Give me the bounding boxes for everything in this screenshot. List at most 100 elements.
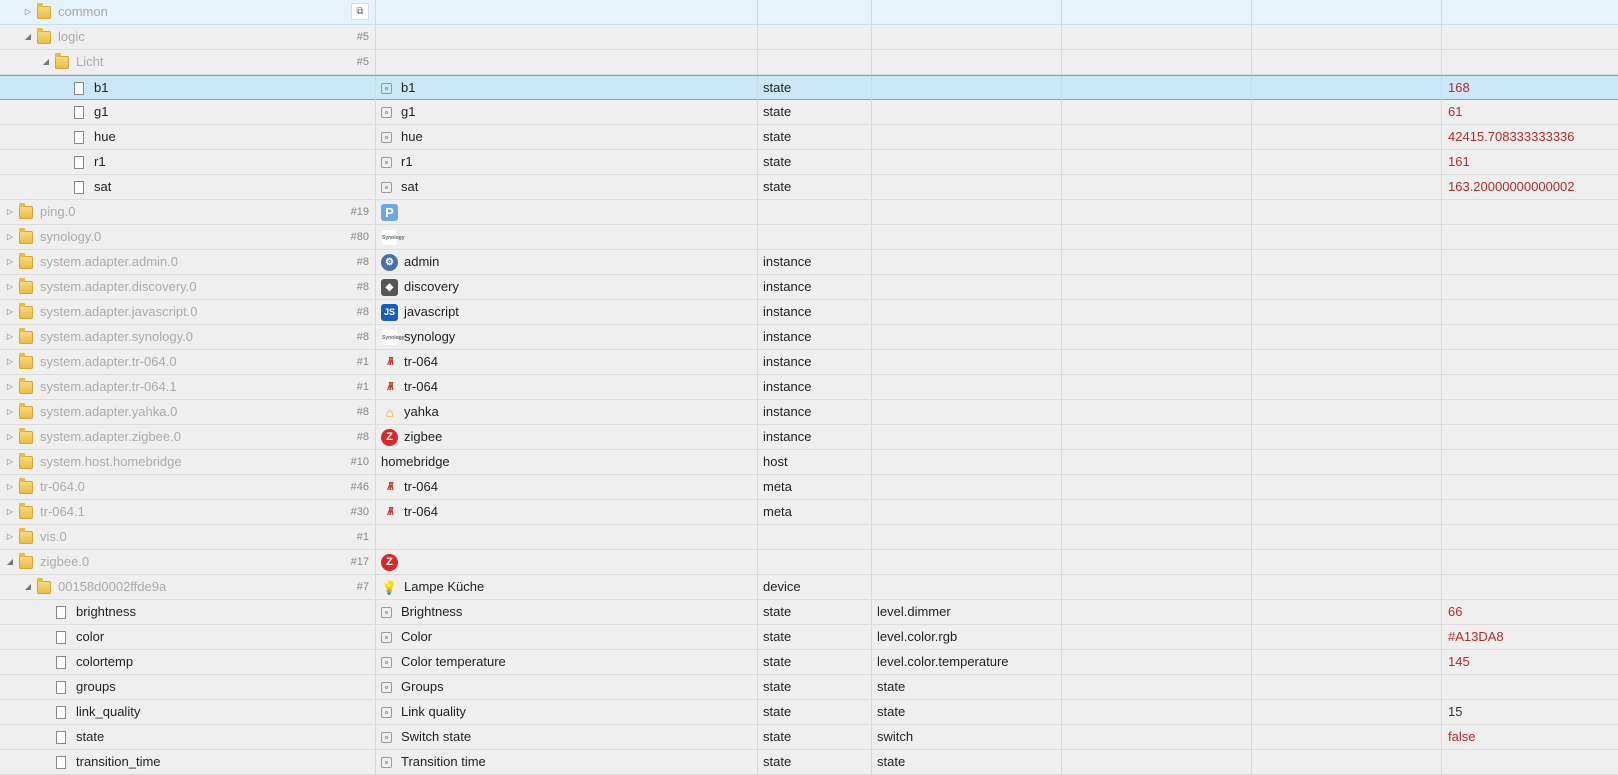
value-cell[interactable]: [1442, 575, 1618, 599]
role-cell: state: [872, 700, 1062, 724]
value-cell[interactable]: [1442, 525, 1618, 549]
tree-row-sa-yahka[interactable]: ▷ system.adapter.yahka.0 #8 ⌂ yahka instance: [0, 400, 1618, 425]
room-cell: [1062, 175, 1252, 199]
value-cell[interactable]: [1442, 550, 1618, 574]
value-cell[interactable]: [1442, 275, 1618, 299]
tree-row-colortemp[interactable]: colortemp Color temperature state level.col…: [0, 650, 1618, 675]
collapsed-arrow-icon[interactable]: ▷: [4, 300, 16, 324]
value-cell[interactable]: false: [1442, 725, 1618, 749]
value-cell[interactable]: [1442, 675, 1618, 699]
tree-row-vis0[interactable]: ▷ vis.0 #1: [0, 525, 1618, 550]
value-cell[interactable]: [1442, 300, 1618, 324]
collapsed-arrow-icon[interactable]: ▷: [4, 475, 16, 499]
expanded-arrow-icon[interactable]: ◢: [4, 550, 16, 574]
tree-row-sa-tr0[interactable]: ▷ system.adapter.tr-064.0 #1 /\/\ tr-064 inst…: [0, 350, 1618, 375]
copy-icon[interactable]: ⧉: [351, 3, 369, 20]
tree-row-sa-synology[interactable]: ▷ system.adapter.synology.0 #8 Synologysyno…: [0, 325, 1618, 350]
function-cell: [1252, 275, 1442, 299]
collapsed-arrow-icon[interactable]: ▷: [22, 0, 34, 24]
collapsed-arrow-icon[interactable]: ▷: [4, 400, 16, 424]
object-name: admin: [404, 254, 440, 269]
role-cell: [872, 375, 1062, 399]
value-cell[interactable]: 42415.708333333336: [1442, 125, 1618, 149]
tree-row-sh-homebridge[interactable]: ▷ system.host.homebridge #10 homebridge host: [0, 450, 1618, 475]
collapsed-arrow-icon[interactable]: ▷: [4, 425, 16, 449]
collapsed-arrow-icon[interactable]: ▷: [4, 500, 16, 524]
expanded-arrow-icon[interactable]: ◢: [22, 25, 34, 49]
tree-row-synology0[interactable]: ▷ synology.0 #80 Synology: [0, 225, 1618, 250]
tree-row-sa-javascript[interactable]: ▷ system.adapter.javascript.0 #8 JS javascri…: [0, 300, 1618, 325]
tree-row-b1[interactable]: b1 b1 state 168: [0, 75, 1618, 100]
value-cell[interactable]: [1442, 475, 1618, 499]
collapsed-arrow-icon[interactable]: ▷: [4, 375, 16, 399]
collapsed-arrow-icon[interactable]: ▷: [4, 225, 16, 249]
value-cell[interactable]: 168: [1442, 76, 1618, 100]
expanded-arrow-icon[interactable]: ◢: [22, 575, 34, 599]
tree-row-groups[interactable]: groups Groups state state: [0, 675, 1618, 700]
tree-row-sa-discovery[interactable]: ▷ system.adapter.discovery.0 #8 ◆ discovery i…: [0, 275, 1618, 300]
tree-row-sat[interactable]: sat sat state 163.20000000000002: [0, 175, 1618, 200]
label-cell: ◆ discovery: [376, 275, 758, 299]
tree-row-sa-zigbee[interactable]: ▷ system.adapter.zigbee.0 #8 Zzigbee instanc…: [0, 425, 1618, 450]
value-cell[interactable]: 61: [1442, 100, 1618, 124]
tree-row-brightness[interactable]: brightness Brightness state level.dimmer 66: [0, 600, 1618, 625]
type-cell: meta: [758, 500, 872, 524]
name-cell: ▷ system.adapter.zigbee.0 #8: [0, 425, 376, 449]
function-cell: [1252, 650, 1442, 674]
value-cell[interactable]: [1442, 375, 1618, 399]
value-cell[interactable]: 15: [1442, 700, 1618, 724]
tree-row-zigbee0[interactable]: ◢ zigbee.0 #17 Z: [0, 550, 1618, 575]
value-cell[interactable]: [1442, 425, 1618, 449]
tree-row-tr1[interactable]: ▷ tr-064.1 #30 /\/\ tr-064 meta: [0, 500, 1618, 525]
tree-row-sa-tr1[interactable]: ▷ system.adapter.tr-064.1 #1 /\/\ tr-064 inst…: [0, 375, 1618, 400]
tree-row-state[interactable]: state Switch state state switch false: [0, 725, 1618, 750]
tree-row-g1[interactable]: g1 g1 state 61: [0, 100, 1618, 125]
value-cell[interactable]: [1442, 500, 1618, 524]
value-cell[interactable]: [1442, 750, 1618, 774]
value-cell[interactable]: 161: [1442, 150, 1618, 174]
value-cell[interactable]: [1442, 250, 1618, 274]
value-cell[interactable]: [1442, 325, 1618, 349]
value-cell[interactable]: #A13DA8: [1442, 625, 1618, 649]
tree-row-device[interactable]: ◢ 00158d0002ffde9a #7 💡 Lampe Küche device: [0, 575, 1618, 600]
tr-adapter-icon: /\/\: [387, 356, 393, 369]
tree-row-licht[interactable]: ◢ Licht #5: [0, 50, 1618, 75]
room-cell: [1062, 475, 1252, 499]
value-cell[interactable]: 66: [1442, 600, 1618, 624]
collapsed-arrow-icon[interactable]: ▷: [4, 200, 16, 224]
value-cell[interactable]: [1442, 400, 1618, 424]
collapsed-arrow-icon[interactable]: ▷: [4, 350, 16, 374]
tree-row-ping0[interactable]: ▷ ping.0 #19 P: [0, 200, 1618, 225]
collapsed-arrow-icon[interactable]: ▷: [4, 275, 16, 299]
function-cell: [1252, 375, 1442, 399]
label-cell: [376, 50, 758, 74]
value-cell[interactable]: [1442, 200, 1618, 224]
tree-row-common[interactable]: ▷ common ⧉: [0, 0, 1618, 25]
expanded-arrow-icon[interactable]: ◢: [40, 50, 52, 74]
tree-row-color[interactable]: color Color state level.color.rgb #A13DA8: [0, 625, 1618, 650]
value-cell[interactable]: [1442, 350, 1618, 374]
object-id: system.adapter.discovery.0: [40, 279, 197, 294]
value-cell[interactable]: [1442, 450, 1618, 474]
tree-row-r1[interactable]: r1 r1 state 161: [0, 150, 1618, 175]
object-id: system.adapter.tr-064.1: [40, 379, 177, 394]
value-cell[interactable]: [1442, 50, 1618, 74]
object-id: transition_time: [76, 754, 161, 769]
label-cell: 💡 Lampe Küche: [376, 575, 758, 599]
tree-row-logic[interactable]: ◢ logic #5: [0, 25, 1618, 50]
collapsed-arrow-icon[interactable]: ▷: [4, 250, 16, 274]
label-cell: ⌂ yahka: [376, 400, 758, 424]
tree-row-link_quality[interactable]: link_quality Link quality state state 15: [0, 700, 1618, 725]
tree-row-hue[interactable]: hue hue state 42415.708333333336: [0, 125, 1618, 150]
tree-row-sa-admin[interactable]: ▷ system.adapter.admin.0 #8 ⚙ admin instance: [0, 250, 1618, 275]
value-cell[interactable]: 145: [1442, 650, 1618, 674]
tree-row-transition_time[interactable]: transition_time Transition time state state: [0, 750, 1618, 775]
collapsed-arrow-icon[interactable]: ▷: [4, 325, 16, 349]
collapsed-arrow-icon[interactable]: ▷: [4, 525, 16, 549]
value-cell[interactable]: [1442, 0, 1618, 24]
value-cell[interactable]: 163.20000000000002: [1442, 175, 1618, 199]
collapsed-arrow-icon[interactable]: ▷: [4, 450, 16, 474]
tree-row-tr0[interactable]: ▷ tr-064.0 #46 /\/\ tr-064 meta: [0, 475, 1618, 500]
value-cell[interactable]: [1442, 25, 1618, 49]
value-cell[interactable]: [1442, 225, 1618, 249]
